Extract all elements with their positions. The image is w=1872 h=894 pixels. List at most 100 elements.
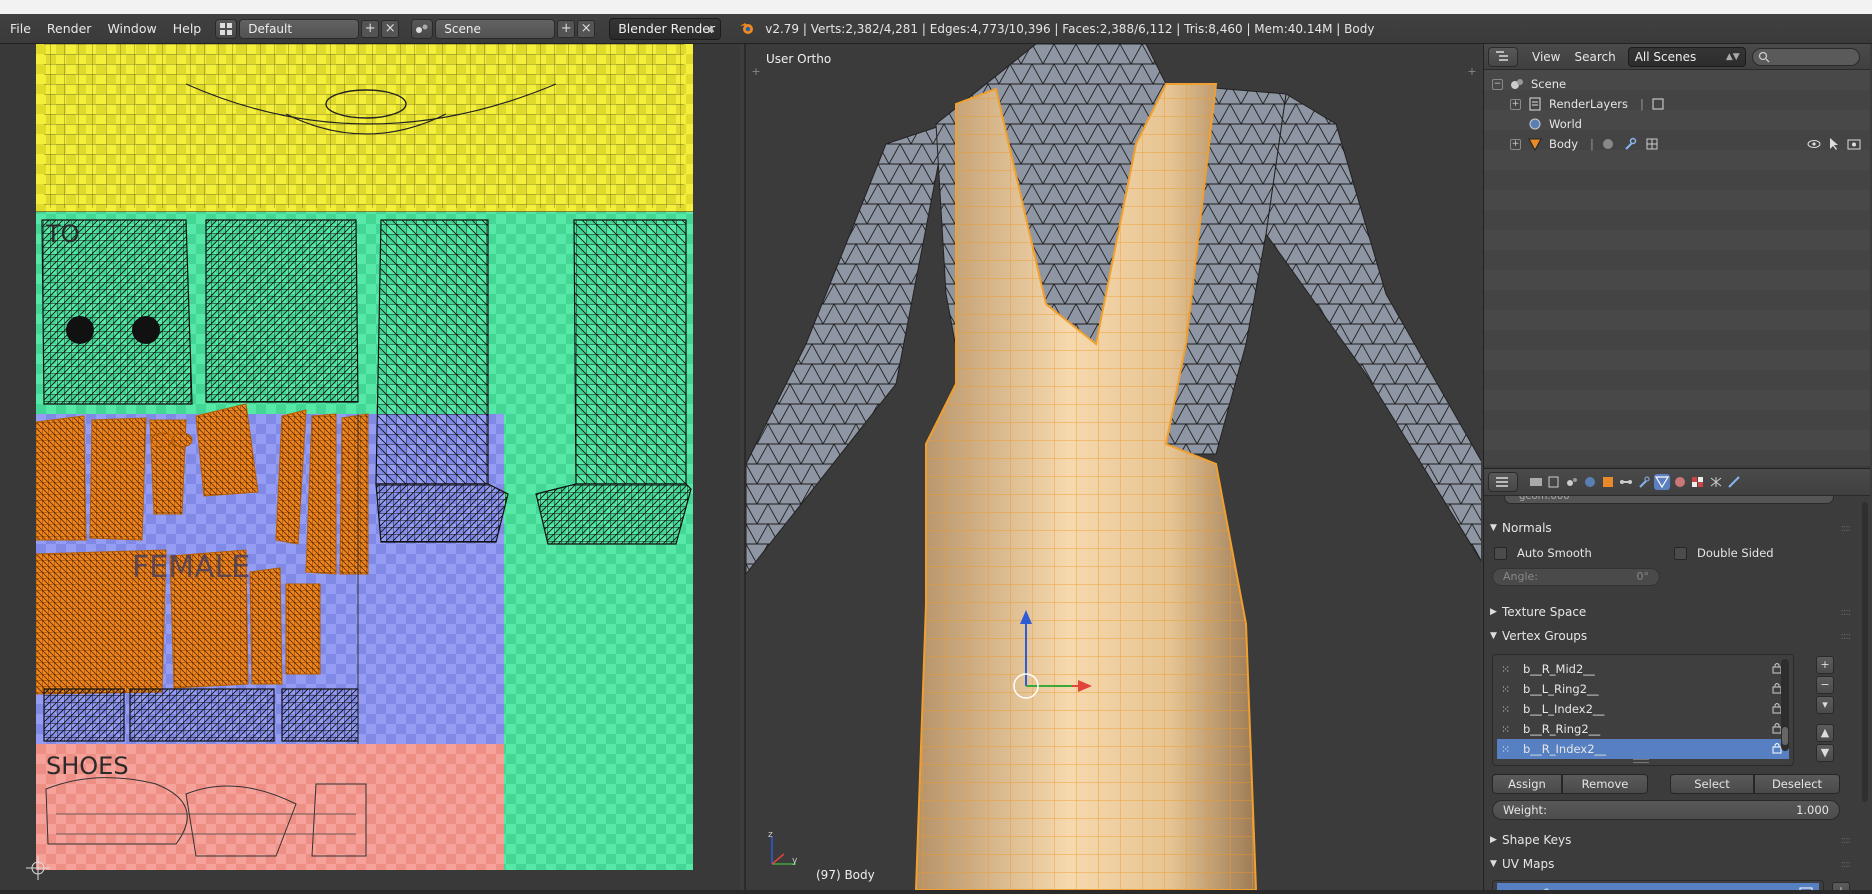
menu-render[interactable]: Render	[39, 18, 100, 40]
render-camera-icon[interactable]	[1846, 136, 1862, 152]
constraints-tab-icon[interactable]	[1618, 474, 1634, 490]
properties-editor-type-button[interactable]	[1488, 472, 1518, 492]
panel-grip-icon[interactable]: ::::	[1841, 607, 1852, 618]
assign-button[interactable]: Assign	[1492, 774, 1562, 794]
add-scene-button[interactable]: +	[557, 20, 576, 38]
remove-button[interactable]: Remove	[1562, 774, 1648, 794]
outliner-label-scene: Scene	[1531, 77, 1567, 91]
outliner-search-field[interactable]	[1751, 47, 1860, 66]
uv-texture-canvas[interactable]: TO FEMALE SHOES	[36, 44, 693, 870]
outliner-row-world[interactable]: World	[1484, 114, 1870, 134]
add-layout-button[interactable]: +	[361, 20, 380, 38]
outliner-row-renderlayers[interactable]: + RenderLayers |	[1484, 94, 1870, 114]
texture-space-panel-header[interactable]: ▶ Texture Space ::::	[1490, 602, 1854, 622]
area-split-corner-right-icon[interactable]: +	[1466, 66, 1478, 78]
vertex-group-item-selected[interactable]: ⁙ b__R_Index2__	[1497, 739, 1789, 759]
scrollbar-thumb[interactable]	[1782, 727, 1788, 745]
vertex-group-icon: ⁙	[1501, 662, 1511, 676]
scene-tab-icon[interactable]	[1564, 474, 1580, 490]
remove-vertex-group-button[interactable]: −	[1816, 676, 1834, 694]
expand-toggle[interactable]: +	[1510, 138, 1521, 150]
render-engine-select[interactable]: Blender Render ▲▼	[609, 18, 722, 54]
uv-maps-panel-header[interactable]: ▼ UV Maps ::::	[1490, 854, 1854, 874]
vertex-group-item[interactable]: ⁙ b__R_Ring2__	[1497, 719, 1789, 739]
panel-grip-icon[interactable]: ::::	[1841, 859, 1852, 870]
2d-cursor-icon[interactable]	[26, 856, 50, 880]
3d-viewport[interactable]: User Ortho z y (97) Body + +	[744, 44, 1481, 890]
auto-smooth-check-icon[interactable]	[1494, 546, 1507, 560]
modifier-icon[interactable]	[1600, 136, 1616, 152]
mesh-data-icon[interactable]	[1644, 136, 1660, 152]
uv-label-shoes: SHOES	[46, 752, 129, 780]
object-tab-icon[interactable]	[1600, 474, 1616, 490]
uv-map-list[interactable]: ⊛ uv_0 ⊛ uv_1	[1492, 880, 1824, 890]
uv-map-item-selected[interactable]: ⊛ uv_0	[1497, 883, 1819, 890]
vertex-group-item[interactable]: ⁙ b__R_Mid2__	[1497, 659, 1789, 679]
move-up-button[interactable]: ▲	[1816, 724, 1834, 742]
remove-scene-button[interactable]: ×	[577, 20, 596, 38]
outliner-row-body[interactable]: + Body |	[1484, 134, 1870, 154]
uv-image-editor[interactable]: TO FEMALE SHOES	[0, 44, 740, 890]
auto-smooth-checkbox[interactable]: Auto Smooth	[1494, 546, 1592, 560]
scene-selector-button[interactable]	[411, 19, 434, 39]
shape-keys-panel-header[interactable]: ▶ Shape Keys ::::	[1490, 830, 1854, 850]
selectable-cursor-icon[interactable]	[1826, 136, 1842, 152]
visibility-eye-icon[interactable]	[1806, 136, 1822, 152]
partial-data-field[interactable]: geom.000	[1504, 496, 1834, 504]
panel-grip-icon[interactable]: ::::	[1841, 835, 1852, 846]
texture-tab-icon[interactable]	[1690, 474, 1706, 490]
vertex-group-list-scrollbar[interactable]	[1781, 659, 1789, 751]
double-sided-check-icon[interactable]	[1674, 546, 1687, 560]
collapse-toggle[interactable]: −	[1492, 78, 1503, 90]
layout-name-field[interactable]: Default	[239, 19, 360, 39]
normals-panel-header[interactable]: ▼ Normals ::::	[1490, 518, 1854, 538]
menu-window[interactable]: Window	[99, 18, 164, 40]
vertex-group-icon: ⁙	[1501, 702, 1511, 716]
add-uv-map-button[interactable]: +	[1832, 882, 1850, 890]
outliner-view-menu[interactable]: View	[1532, 50, 1560, 64]
vertex-group-specials-button[interactable]: ▾	[1816, 696, 1834, 714]
vertex-group-item[interactable]: ⁙ b__L_Ring2__	[1497, 679, 1789, 699]
viewport-view-name: User Ortho	[766, 52, 832, 66]
menu-file[interactable]: File	[0, 18, 39, 40]
outliner-display-mode-select[interactable]: All Scenes ▲▼	[1627, 46, 1746, 67]
scene-name-field[interactable]: Scene	[435, 19, 556, 39]
render-engine-label: Blender Render	[618, 21, 716, 36]
panel-grip-icon[interactable]: ::::	[1841, 523, 1852, 534]
expand-toggle[interactable]: +	[1510, 98, 1521, 110]
layout-selector-button[interactable]	[215, 19, 238, 39]
outliner-tree[interactable]: − Scene + RenderLayers | World + Body |	[1484, 70, 1870, 466]
modifiers-tab-icon[interactable]	[1636, 474, 1652, 490]
menu-help[interactable]: Help	[165, 18, 210, 40]
material-tab-icon[interactable]	[1672, 474, 1688, 490]
world-tab-icon[interactable]	[1582, 474, 1598, 490]
render-layers-tab-icon[interactable]	[1546, 474, 1562, 490]
physics-tab-icon[interactable]	[1726, 474, 1742, 490]
weight-slider[interactable]: Weight: 1.000	[1492, 800, 1840, 820]
uv-layout-graphic	[36, 44, 693, 870]
move-down-button[interactable]: ▼	[1816, 744, 1834, 762]
uv-maps-title: UV Maps	[1502, 857, 1555, 871]
properties-panel[interactable]: geom.000 ▼ Normals :::: Auto Smooth Doub…	[1484, 496, 1870, 890]
area-split-corner-icon[interactable]: +	[750, 66, 762, 78]
particles-tab-icon[interactable]	[1708, 474, 1724, 490]
deselect-button[interactable]: Deselect	[1754, 774, 1840, 794]
list-resize-grip[interactable]	[1633, 759, 1649, 763]
outliner-search-menu[interactable]: Search	[1574, 50, 1615, 64]
normals-title: Normals	[1502, 521, 1552, 535]
editor-type-button[interactable]	[1488, 46, 1518, 67]
expanded-triangle-icon: ▼	[1490, 631, 1497, 641]
double-sided-checkbox[interactable]: Double Sided	[1674, 546, 1774, 560]
add-vertex-group-button[interactable]: +	[1816, 656, 1834, 674]
panel-grip-icon[interactable]: ::::	[1841, 631, 1852, 642]
vertex-groups-panel-header[interactable]: ▼ Vertex Groups ::::	[1490, 626, 1854, 646]
select-button[interactable]: Select	[1670, 774, 1754, 794]
outliner-row-scene[interactable]: − Scene	[1484, 74, 1870, 94]
properties-scrollbar[interactable]	[1862, 502, 1868, 802]
vertex-group-item[interactable]: ⁙ b__L_Index2__	[1497, 699, 1789, 719]
render-tab-icon[interactable]	[1528, 474, 1544, 490]
mesh-data-tab-icon[interactable]	[1654, 474, 1670, 490]
vertex-group-list[interactable]: ⁙ b__R_Mid2__ ⁙ b__L_Ring2__ ⁙ b__L_Inde…	[1492, 654, 1794, 766]
remove-layout-button[interactable]: ×	[381, 20, 400, 38]
wrench-icon[interactable]	[1622, 136, 1638, 152]
